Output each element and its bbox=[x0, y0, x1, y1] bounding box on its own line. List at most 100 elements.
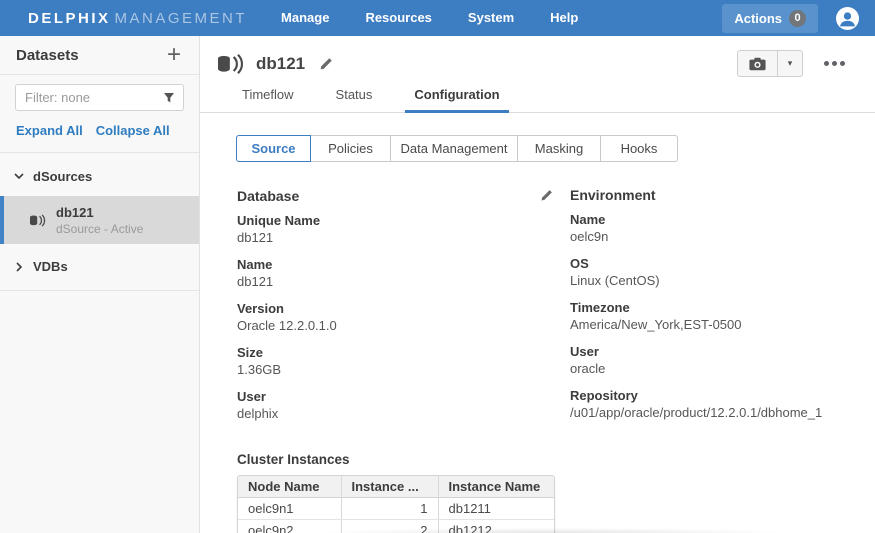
brand-primary-text: DELPHIX bbox=[28, 10, 111, 27]
header-actions: ▾ bbox=[737, 50, 859, 77]
ellipsis-icon bbox=[824, 61, 829, 66]
field-env-user: User oracle bbox=[570, 344, 855, 376]
dataset-filter bbox=[15, 84, 184, 111]
table-row[interactable]: oelc9n1 1 db1211 bbox=[238, 498, 554, 520]
user-avatar-button[interactable] bbox=[836, 7, 859, 30]
tree-item-name: db121 bbox=[56, 205, 143, 220]
expand-all-link[interactable]: Expand All bbox=[16, 123, 83, 138]
field-value: Linux (CentOS) bbox=[570, 273, 855, 288]
field-value: db121 bbox=[237, 274, 570, 289]
subtab-policies[interactable]: Policies bbox=[311, 135, 391, 162]
chevron-right-icon bbox=[14, 262, 24, 272]
cell-instance-number: 2 bbox=[341, 520, 438, 533]
field-value: 1.36GB bbox=[237, 362, 570, 377]
tab-configuration[interactable]: Configuration bbox=[412, 87, 501, 112]
field-version: Version Oracle 12.2.0.1.0 bbox=[237, 301, 570, 333]
pencil-icon bbox=[540, 189, 553, 202]
field-value: db121 bbox=[237, 230, 570, 245]
top-nav-bar: DELPHIXMANAGEMENT Manage Resources Syste… bbox=[0, 0, 875, 36]
vdbs-label: VDBs bbox=[33, 259, 68, 274]
subtab-data-management[interactable]: Data Management bbox=[391, 135, 518, 162]
tree-item-db121[interactable]: db121 dSource - Active bbox=[0, 196, 199, 244]
dsources-label: dSources bbox=[33, 169, 92, 184]
subtab-hooks[interactable]: Hooks bbox=[601, 135, 678, 162]
filter-funnel-icon[interactable] bbox=[163, 92, 175, 104]
sidebar-title: Datasets bbox=[16, 47, 79, 64]
collapse-all-link[interactable]: Collapse All bbox=[96, 123, 170, 138]
edit-database-button[interactable] bbox=[538, 187, 555, 204]
environment-section: Environment Name oelc9n OS Linux (CentOS… bbox=[570, 187, 855, 433]
nav-item-manage[interactable]: Manage bbox=[263, 0, 347, 36]
field-value: oelc9n bbox=[570, 229, 855, 244]
cell-instance-name: db1211 bbox=[438, 498, 554, 520]
field-value: Oracle 12.2.0.1.0 bbox=[237, 318, 570, 333]
snapshot-button[interactable] bbox=[737, 50, 778, 77]
field-repository: Repository /u01/app/oracle/product/12.2.… bbox=[570, 388, 855, 420]
cluster-instances-section: Cluster Instances Node Name Instance ...… bbox=[237, 452, 855, 533]
column-header-instance-number[interactable]: Instance ... bbox=[341, 476, 438, 498]
add-dataset-button[interactable]: + bbox=[165, 45, 183, 65]
tree-group-vdbs[interactable]: VDBs bbox=[0, 252, 199, 281]
actions-count-badge: 0 bbox=[789, 10, 806, 27]
field-env-name: Name oelc9n bbox=[570, 212, 855, 244]
field-label: Name bbox=[237, 257, 570, 272]
field-size: Size 1.36GB bbox=[237, 345, 570, 377]
tab-status[interactable]: Status bbox=[334, 87, 375, 112]
subtab-source[interactable]: Source bbox=[236, 135, 311, 162]
app-logo[interactable]: DELPHIXMANAGEMENT bbox=[28, 10, 247, 27]
field-value: delphix bbox=[237, 406, 570, 421]
source-sections: Database Unique Name db121 Name db121 bbox=[237, 187, 855, 433]
dataset-tree: dSources db121 dSource - Active VDBs bbox=[0, 153, 199, 291]
tab-timeflow[interactable]: Timeflow bbox=[240, 87, 296, 112]
field-label: Timezone bbox=[570, 300, 855, 315]
main-panel: db121 ▾ bbox=[200, 36, 875, 533]
actions-button[interactable]: Actions 0 bbox=[722, 4, 818, 33]
cell-node-name: oelc9n2 bbox=[238, 520, 341, 533]
database-section-title: Database bbox=[237, 188, 299, 204]
camera-icon bbox=[749, 57, 766, 71]
cluster-instances-table: Node Name Instance ... Instance Name oel… bbox=[237, 475, 555, 533]
filter-input[interactable] bbox=[25, 90, 163, 105]
user-icon bbox=[837, 8, 858, 29]
column-header-instance-name[interactable]: Instance Name bbox=[438, 476, 554, 498]
caret-down-icon: ▾ bbox=[788, 58, 793, 69]
cell-instance-name: db1212 bbox=[438, 520, 554, 533]
tree-group-dsources[interactable]: dSources bbox=[0, 162, 199, 191]
ellipsis-icon bbox=[840, 61, 845, 66]
dsource-icon bbox=[218, 54, 246, 74]
nav-item-help[interactable]: Help bbox=[532, 0, 596, 36]
snapshot-dropdown-button[interactable]: ▾ bbox=[778, 50, 803, 77]
field-db-user: User delphix bbox=[237, 389, 570, 421]
brand-secondary-text: MANAGEMENT bbox=[115, 10, 248, 27]
table-header-row: Node Name Instance ... Instance Name bbox=[238, 476, 554, 498]
nav-item-system[interactable]: System bbox=[450, 0, 532, 36]
main-header: db121 ▾ bbox=[200, 36, 875, 78]
table-row[interactable]: oelc9n2 2 db1212 bbox=[238, 520, 554, 533]
field-label: Version bbox=[237, 301, 570, 316]
sidebar-divider bbox=[0, 290, 199, 291]
chevron-down-icon bbox=[14, 173, 24, 180]
subtab-masking[interactable]: Masking bbox=[518, 135, 601, 162]
cluster-instances-title: Cluster Instances bbox=[237, 452, 855, 467]
edit-title-button[interactable] bbox=[317, 55, 335, 73]
actions-button-label: Actions bbox=[734, 11, 782, 26]
field-timezone: Timezone America/New_York,EST-0500 bbox=[570, 300, 855, 332]
field-name: Name db121 bbox=[237, 257, 570, 289]
pencil-icon bbox=[319, 57, 333, 71]
database-section: Database Unique Name db121 Name db121 bbox=[237, 187, 570, 433]
configuration-content: Source Policies Data Management Masking … bbox=[200, 113, 875, 533]
field-value: oracle bbox=[570, 361, 855, 376]
nav-item-resources[interactable]: Resources bbox=[347, 0, 449, 36]
nav-menu: Manage Resources System Help bbox=[263, 0, 596, 36]
field-value: /u01/app/oracle/product/12.2.0.1/dbhome_… bbox=[570, 405, 855, 420]
dsource-icon bbox=[30, 214, 47, 227]
more-options-button[interactable] bbox=[820, 57, 849, 70]
page-title: db121 bbox=[256, 54, 305, 74]
cell-node-name: oelc9n1 bbox=[238, 498, 341, 520]
field-label: Name bbox=[570, 212, 855, 227]
cell-instance-number: 1 bbox=[341, 498, 438, 520]
snapshot-button-group: ▾ bbox=[737, 50, 803, 77]
datasets-sidebar: Datasets + Expand All Collapse All dSour… bbox=[0, 36, 200, 533]
column-header-node-name[interactable]: Node Name bbox=[238, 476, 341, 498]
field-label: OS bbox=[570, 256, 855, 271]
